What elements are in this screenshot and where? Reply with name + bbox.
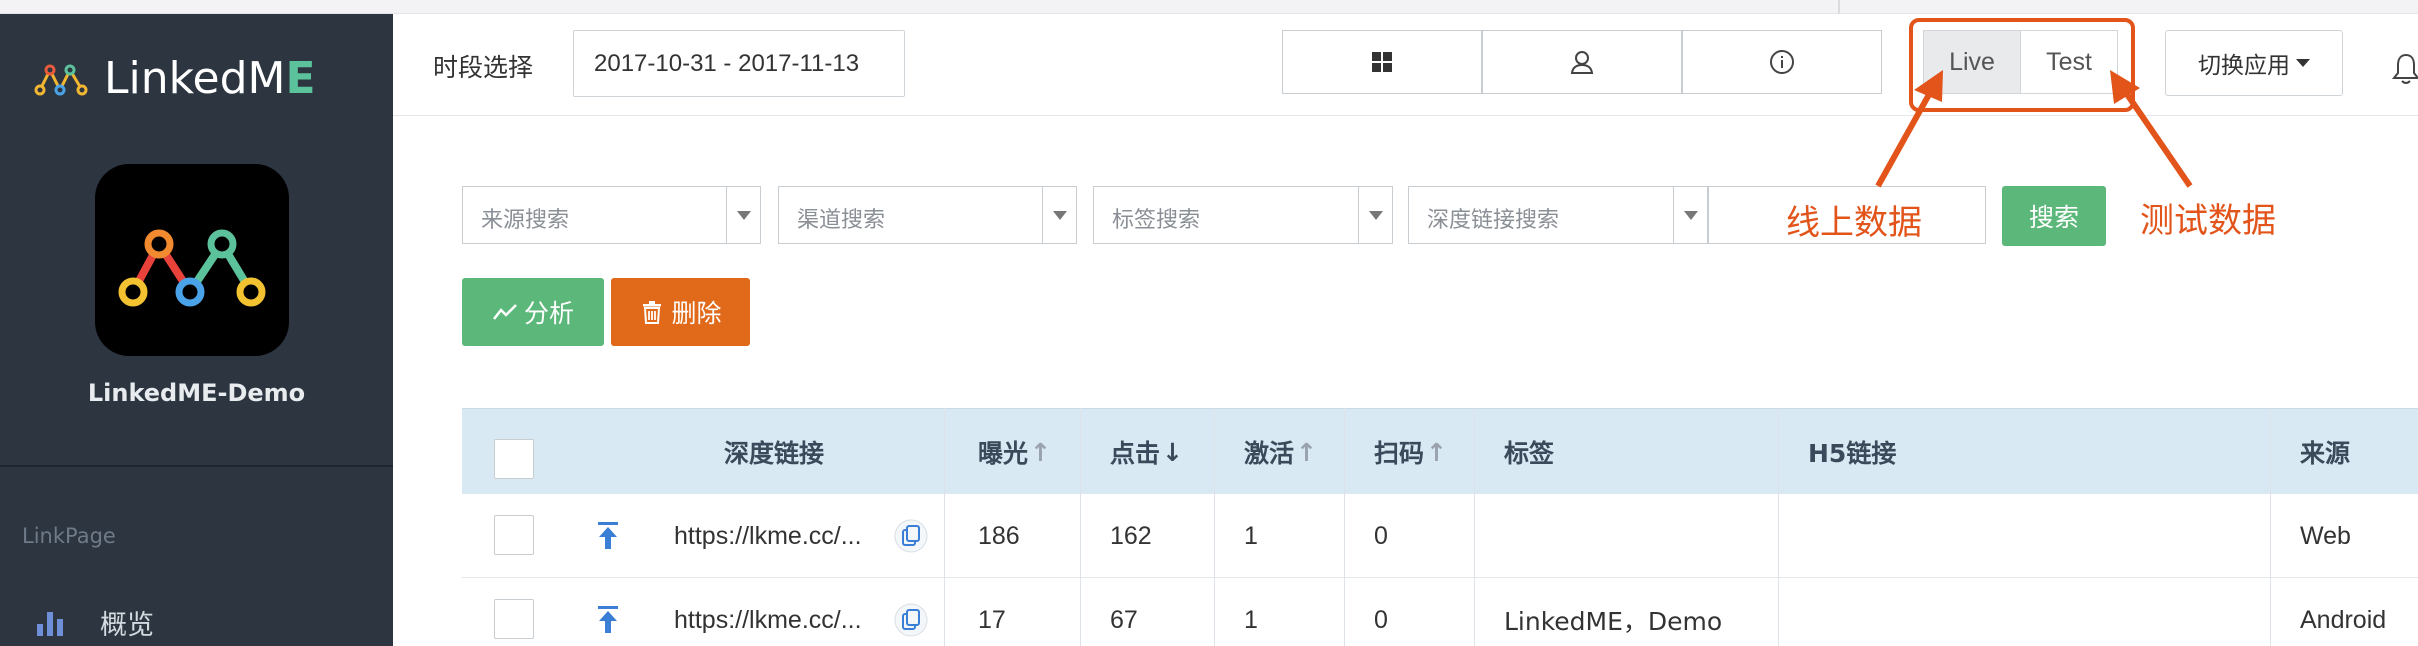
row-tags: LinkedME，Demo	[1504, 607, 1723, 636]
info-icon	[1770, 50, 1794, 74]
row-activations: 1	[1244, 521, 1258, 550]
channel-select-placeholder: 渠道搜索	[797, 208, 886, 233]
logo-wordmark-main: LinkedM	[104, 52, 286, 104]
row-scans: 0	[1374, 521, 1388, 550]
grid-view-button[interactable]	[1282, 30, 1482, 94]
col-h5: H5链接	[1808, 439, 1897, 468]
row-impressions: 186	[978, 521, 1020, 550]
app-name: LinkedME-Demo	[87, 379, 306, 407]
sidebar: LinkedME LinkedME-Demo LinkPage 概览	[0, 14, 393, 646]
row-activations: 1	[1244, 605, 1258, 634]
sort-desc-icon: ↓	[1162, 437, 1183, 467]
row-link[interactable]: https://lkme.cc/...	[674, 578, 862, 646]
row-link[interactable]: https://lkme.cc/...	[674, 494, 862, 578]
top-header: 时段选择 2017-10-31 - 2017-11-13 Live Test 切…	[393, 14, 2418, 116]
linkedme-logo-icon	[34, 64, 88, 96]
copy-icon[interactable]	[894, 603, 928, 637]
bar-chart-icon	[37, 612, 63, 636]
col-activations-label: 激活	[1244, 439, 1295, 468]
row-checkbox[interactable]	[494, 599, 534, 639]
tag-select[interactable]: 标签搜索	[1093, 186, 1393, 244]
source-select-placeholder: 来源搜索	[481, 208, 570, 233]
col-activations[interactable]: 激活 ↑	[1244, 409, 1317, 495]
info-view-button[interactable]	[1682, 30, 1882, 94]
chevron-down-icon	[726, 187, 760, 243]
user-icon	[1570, 51, 1594, 74]
row-source: Web	[2300, 521, 2351, 550]
column-divider	[944, 408, 945, 646]
user-view-button[interactable]	[1482, 30, 1682, 94]
table-row[interactable]: https://lkme.cc/... 17 67 1 0 LinkedME，D…	[462, 578, 2418, 646]
analyze-label: 分析	[523, 299, 574, 328]
source-select[interactable]: 来源搜索	[462, 186, 761, 244]
col-clicks-label: 点击	[1110, 439, 1161, 468]
switch-app-label: 切换应用	[2198, 53, 2290, 79]
row-clicks: 67	[1110, 605, 1138, 634]
deeplink-select-placeholder: 深度链接搜索	[1427, 208, 1560, 233]
pin-top-icon[interactable]	[596, 521, 620, 551]
copy-icon[interactable]	[894, 519, 928, 553]
chevron-down-icon	[1042, 187, 1076, 243]
pin-top-icon[interactable]	[596, 605, 620, 635]
env-highlight-box	[1909, 18, 2135, 112]
col-clicks[interactable]: 点击 ↓	[1110, 409, 1183, 495]
analyze-button[interactable]: 分析	[462, 278, 604, 346]
app-icon[interactable]	[95, 164, 289, 356]
chevron-down-icon	[1673, 187, 1707, 243]
table-row[interactable]: https://lkme.cc/... 186 162 1 0 Web	[462, 494, 2418, 578]
column-divider	[1080, 408, 1081, 646]
sidebar-divider	[0, 465, 393, 467]
col-deeplink: 深度链接	[724, 439, 825, 468]
channel-select[interactable]: 渠道搜索	[778, 186, 1077, 244]
col-impressions-label: 曝光	[978, 439, 1029, 468]
app-root: LinkedME LinkedME-Demo LinkPage 概览 时段选择 …	[0, 0, 2418, 646]
column-divider	[2270, 408, 2271, 646]
logo-wordmark: LinkedME	[104, 53, 316, 104]
select-all-checkbox[interactable]	[494, 439, 534, 479]
sort-asc-icon: ↑	[1426, 437, 1447, 467]
column-divider	[1344, 408, 1345, 646]
row-source: Android	[2300, 605, 2387, 634]
sort-asc-icon: ↑	[1030, 437, 1051, 467]
sidebar-section-linkpage: LinkPage	[22, 524, 116, 548]
logo-wordmark-accent: E	[285, 52, 316, 104]
sidebar-item-label: 概览	[100, 609, 154, 641]
sidebar-item-overview[interactable]: 概览	[34, 597, 374, 646]
row-scans: 0	[1374, 605, 1388, 634]
tag-select-placeholder: 标签搜索	[1112, 208, 1201, 233]
strip-separator	[1838, 0, 1840, 14]
chevron-down-icon	[1358, 187, 1392, 243]
col-source: 来源	[2300, 439, 2351, 468]
date-range-input[interactable]: 2017-10-31 - 2017-11-13	[573, 30, 905, 97]
column-divider	[1474, 408, 1475, 646]
column-divider	[1778, 408, 1779, 646]
row-checkbox[interactable]	[494, 515, 534, 555]
live-data-annotation: 线上数据	[1786, 203, 1922, 243]
brand-logo[interactable]: LinkedME	[32, 48, 316, 108]
row-impressions: 17	[978, 605, 1006, 634]
deeplink-select[interactable]: 深度链接搜索	[1408, 186, 1708, 244]
bell-icon[interactable]	[2391, 52, 2418, 86]
delete-label: 删除	[671, 299, 722, 328]
col-scans-label: 扫码	[1374, 439, 1425, 468]
column-divider	[1214, 408, 1215, 646]
col-scans[interactable]: 扫码 ↑	[1374, 409, 1447, 495]
row-clicks: 162	[1110, 521, 1152, 550]
delete-button[interactable]: 删除	[611, 278, 750, 346]
search-button[interactable]: 搜索	[2002, 186, 2106, 246]
chevron-down-icon	[2296, 59, 2310, 67]
trash-icon	[643, 301, 662, 324]
browser-top-strip	[0, 0, 2418, 14]
app-logo-icon	[118, 229, 266, 307]
table-header: 深度链接 曝光 ↑ 点击 ↓ 激活 ↑ 扫码 ↑ 标签 H5链接 来源	[462, 408, 2418, 494]
col-impressions[interactable]: 曝光 ↑	[978, 409, 1051, 495]
trend-line-icon	[492, 304, 517, 320]
period-label: 时段选择	[433, 53, 534, 82]
col-tags: 标签	[1504, 439, 1555, 468]
test-data-annotation: 测试数据	[2140, 201, 2276, 241]
sort-asc-icon: ↑	[1296, 437, 1317, 467]
switch-app-dropdown[interactable]: 切换应用	[2165, 30, 2343, 96]
grid-icon	[1372, 52, 1392, 72]
